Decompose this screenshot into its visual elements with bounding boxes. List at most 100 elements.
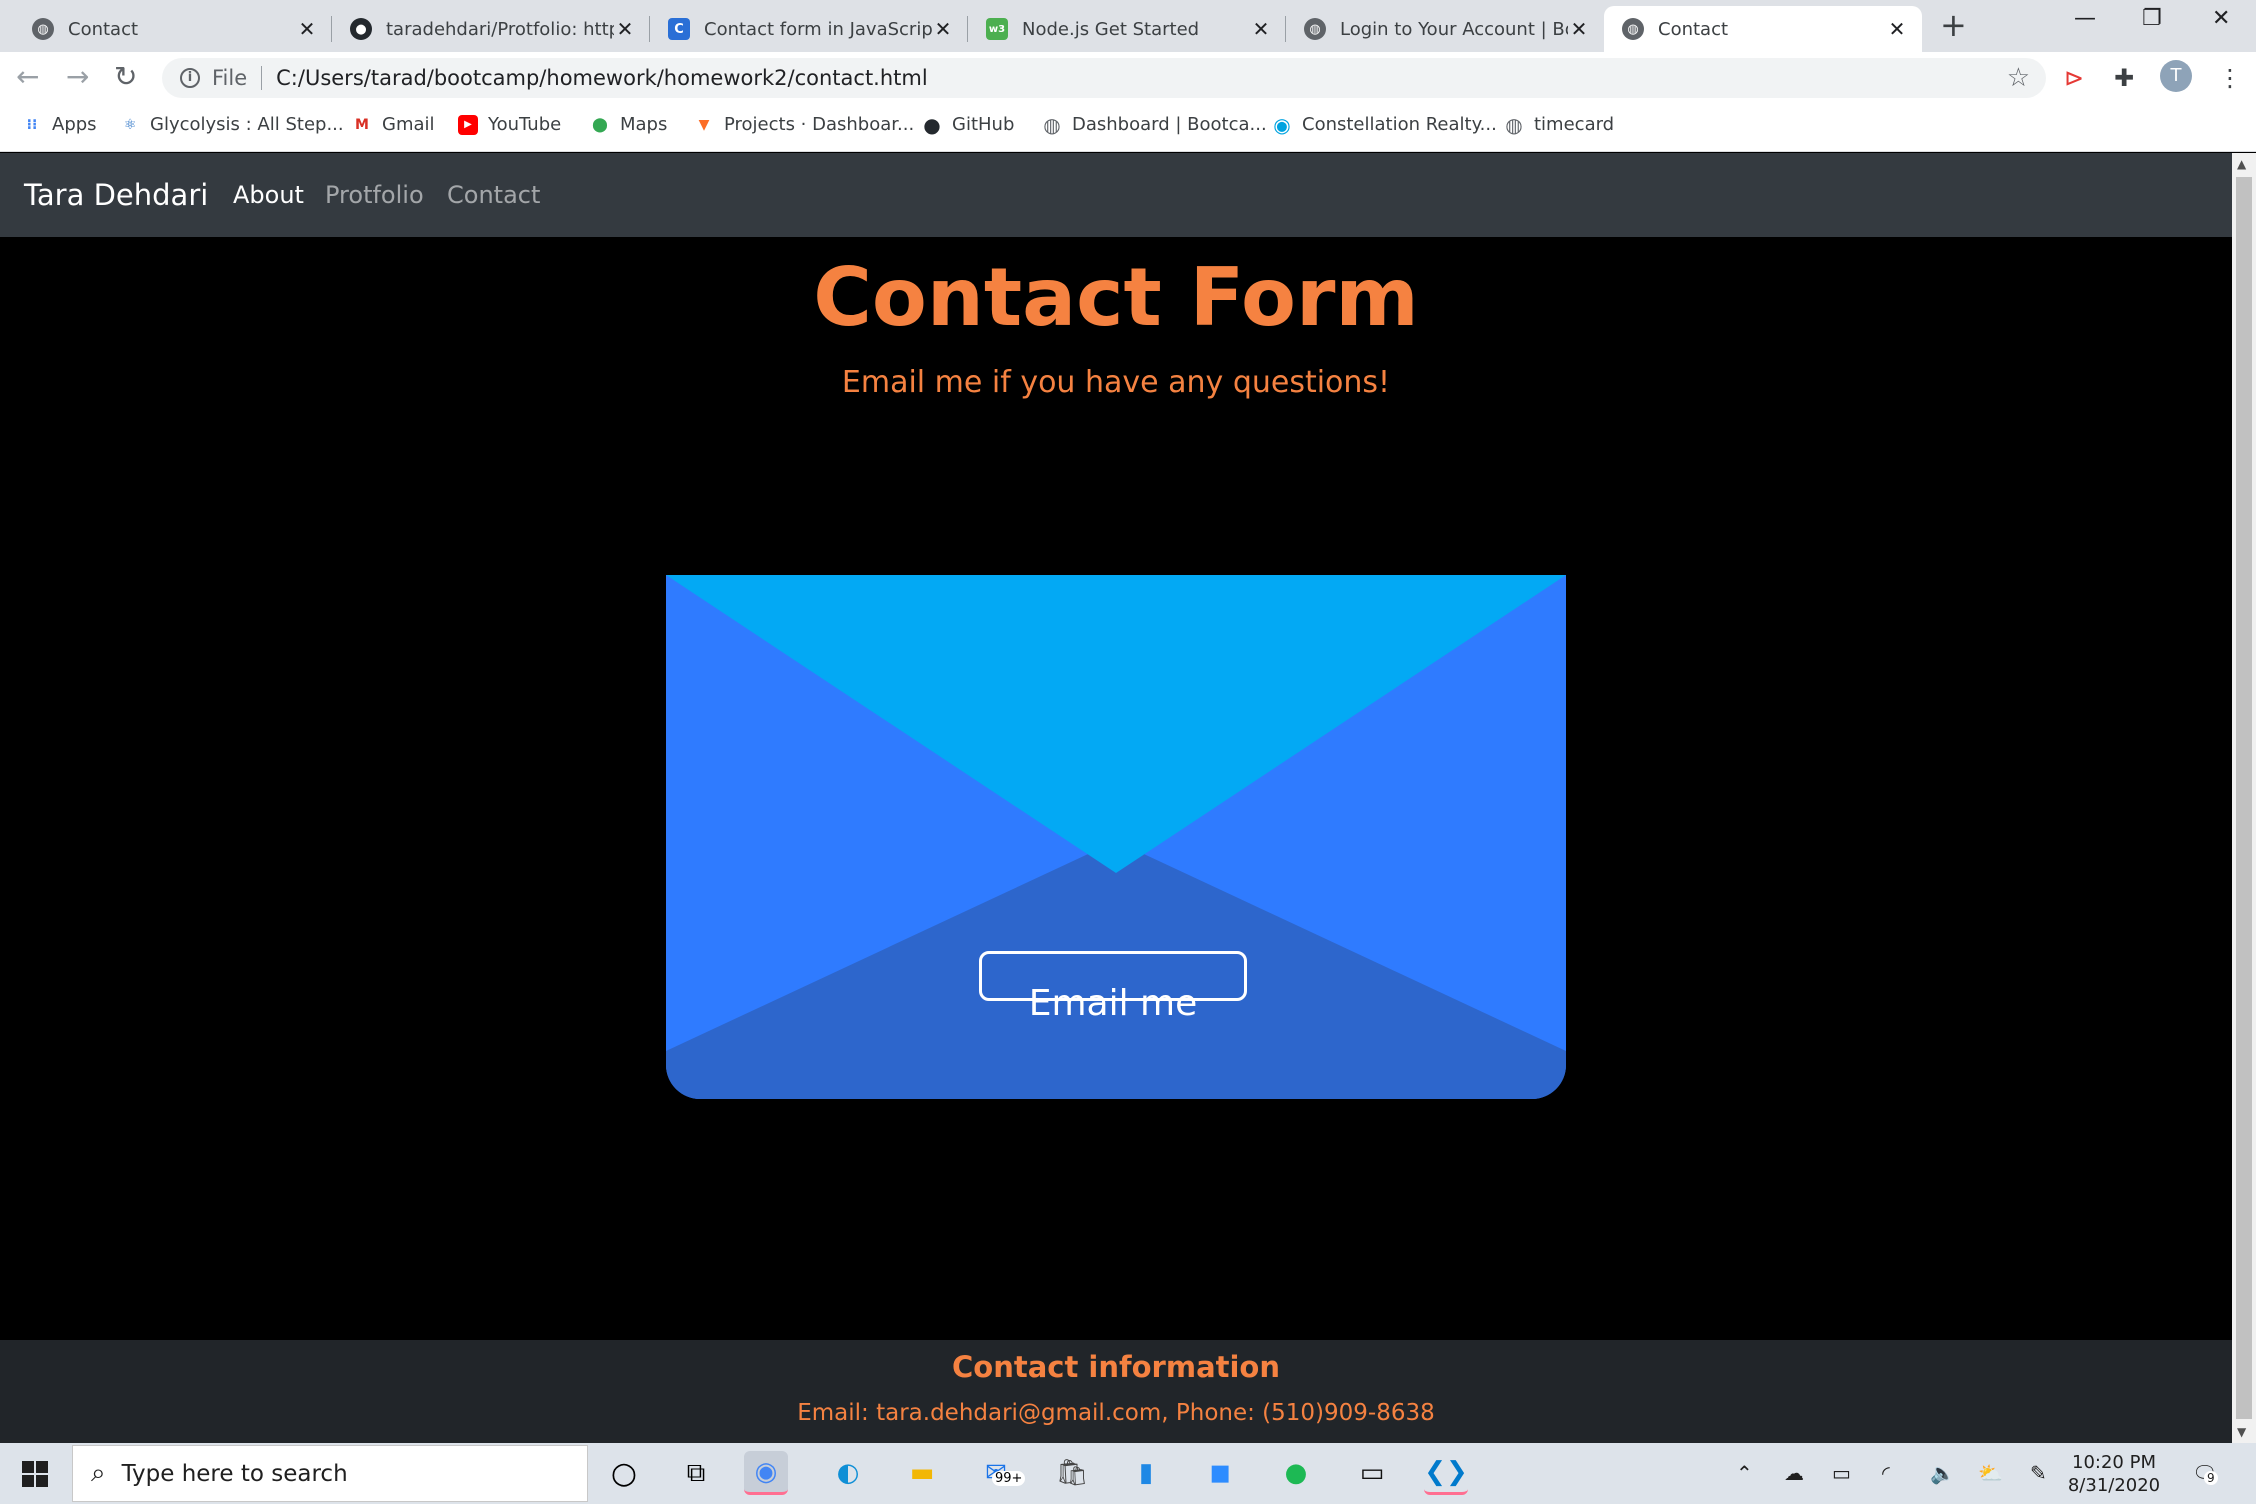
tab-title: taradehdari/Protfolio: https: [386,18,614,40]
scroll-down-icon[interactable]: ▼ [2237,1425,2246,1439]
bookmark-github[interactable]: ● GitHub [922,112,1014,137]
page-subtitle: Email me if you have any questions! [841,365,1391,400]
page-viewport: Tara Dehdari About Protfolio Contact Con… [0,153,2232,1443]
phone-app-icon[interactable]: ▮ [1124,1451,1168,1495]
bookmark-youtube[interactable]: ▶ YouTube [458,114,561,135]
clock-date: 8/31/2020 [2067,1475,2161,1496]
site-footer: Contact information Email: tara.dehdari@… [0,1340,2232,1443]
task-view-icon[interactable]: ⧉ [674,1451,718,1495]
tray-chevron-icon[interactable]: ⌃ [1736,1461,1753,1485]
back-icon[interactable]: ← [16,60,39,93]
chrome-icon[interactable]: ◉ [744,1451,788,1495]
footer-contact-info: Email: tara.dehdari@gmail.com, Phone: (5… [797,1400,1435,1426]
mail-icon[interactable]: ✉ 99+ [974,1451,1026,1495]
bookmark-star-icon[interactable]: ☆ [2007,63,2030,93]
browser-tab[interactable]: ● taradehdari/Protfolio: https: ✕ [332,6,650,52]
address-scheme: File [212,66,248,90]
molecule-icon: ⚛ [123,116,137,133]
browser-tab[interactable]: ◍ Login to Your Account | Boo ✕ [1286,6,1604,52]
nav-link-contact[interactable]: Contact [447,181,540,209]
browser-tab-active[interactable]: ◍ Contact ✕ [1604,6,1922,52]
cloud-upload-icon[interactable]: ⛅ [1978,1461,2003,1485]
tab-title: Login to Your Account | Boo [1340,18,1568,40]
battery-icon[interactable]: ▭ [1832,1461,1851,1485]
menu-kebab-icon[interactable]: ⋮ [2218,64,2242,92]
close-tab-icon[interactable]: ✕ [1250,17,1272,41]
bookmark-gmail[interactable]: M Gmail [352,114,434,135]
scrollbar-thumb[interactable] [2236,177,2252,1419]
bookmark-timecard[interactable]: ◍ timecard [1504,112,1614,137]
reload-icon[interactable]: ↻ [114,60,137,93]
bookmarks-bar: ⁝⁝ Apps ⚛ Glycolysis : All Step... M Gma… [0,104,2256,152]
browser-tab[interactable]: C Contact form in JavaScript - ✕ [650,6,968,52]
volume-icon[interactable]: 🔈 [1930,1461,1955,1485]
bookmark-glycolysis[interactable]: ⚛ Glycolysis : All Step... [120,114,344,135]
bookmark-apps[interactable]: ⁝⁝ Apps [22,114,97,135]
close-tab-icon[interactable]: ✕ [614,17,636,41]
footer-title: Contact information [951,1350,1281,1384]
address-bar[interactable]: i File C:/Users/tarad/bootcamp/homework/… [162,58,2046,98]
taskbar-clock[interactable]: 10:20 PM 8/31/2020 [2064,1451,2164,1497]
forward-icon[interactable]: → [66,60,89,93]
search-icon: ⌕ [91,1458,106,1488]
terminal-icon[interactable]: ▭ [1350,1451,1394,1495]
address-url[interactable]: C:/Users/tarad/bootcamp/homework/homewor… [276,66,928,90]
store-icon[interactable]: 🛍 [1050,1451,1094,1495]
file-explorer-icon[interactable]: ▬ [900,1451,944,1495]
page-title: Contact Form [813,251,1419,344]
taskbar-search-box[interactable]: ⌕ Type here to search [72,1445,588,1502]
github-icon: ● [350,18,372,40]
scroll-up-icon[interactable]: ▲ [2237,157,2246,171]
site-brand[interactable]: Tara Dehdari [24,178,208,212]
clock-time: 10:20 PM [2072,1452,2156,1473]
minimize-icon[interactable]: — [2074,6,2096,31]
profile-avatar[interactable]: T [2160,60,2192,92]
tab-strip: ◍ Contact ✕ ● taradehdari/Protfolio: htt… [0,0,2256,52]
browser-tab[interactable]: w3 Node.js Get Started ✕ [968,6,1286,52]
browser-tab[interactable]: ◍ Contact ✕ [14,6,332,52]
tab-title: Contact form in JavaScript - [704,18,932,40]
new-tab-button[interactable]: + [1940,6,1967,44]
windows-start-icon[interactable] [22,1461,48,1487]
close-window-icon[interactable]: ✕ [2212,6,2230,31]
maps-pin-icon: ⬤ [592,116,608,133]
pen-icon[interactable]: ✎ [2030,1461,2047,1485]
gitlab-icon: ▼ [698,116,710,133]
cortana-icon[interactable]: ○ [602,1451,646,1495]
youtube-icon: ▶ [458,114,478,135]
bookmark-constellation[interactable]: ◉ Constellation Realty... [1272,112,1497,137]
zoom-icon[interactable]: ◼ [1198,1451,1242,1495]
bookmark-dashboard[interactable]: ◍ Dashboard | Bootca... [1042,113,1266,137]
spotify-icon[interactable]: ● [1274,1451,1318,1495]
email-me-label[interactable]: Email me [979,983,1247,1024]
extension-record-icon[interactable]: ⊳ [2064,64,2084,92]
edge-icon[interactable]: ◐ [826,1451,870,1495]
nav-link-about[interactable]: About [233,181,304,209]
bookmark-maps[interactable]: ⬤ Maps [590,114,667,135]
close-tab-icon[interactable]: ✕ [296,17,318,41]
bookmark-projects[interactable]: ▼ Projects · Dashboar... [694,114,915,135]
vscode-icon[interactable]: ❮❯ [1424,1451,1468,1495]
github-icon: ● [923,112,941,137]
globe-icon: ◍ [1304,18,1326,40]
restore-icon[interactable]: ❐ [2142,6,2162,31]
constellation-icon: ◉ [1273,112,1291,137]
extensions-puzzle-icon[interactable]: ✚ [2114,64,2134,92]
close-tab-icon[interactable]: ✕ [1886,17,1908,41]
nav-link-portfolio[interactable]: Protfolio [325,181,424,209]
globe-icon: ◍ [32,18,54,40]
page-scrollbar[interactable]: ▲ ▼ [2232,153,2256,1443]
tab-title: Contact [68,18,139,40]
site-navbar: Tara Dehdari About Protfolio Contact [0,153,2232,237]
action-center-icon[interactable]: 🗨 9 [2192,1461,2218,1485]
notification-count: 9 [2204,1471,2218,1485]
windows-taskbar: ⌕ Type here to search ○ ⧉ ◉ ◐ ▬ ✉ 99+ 🛍 … [0,1443,2256,1504]
info-icon[interactable]: i [180,68,200,88]
globe-icon: ◍ [1622,18,1644,40]
onedrive-icon[interactable]: ☁ [1784,1461,1804,1485]
close-tab-icon[interactable]: ✕ [1568,17,1590,41]
globe-icon: ◍ [1505,112,1523,137]
close-tab-icon[interactable]: ✕ [932,17,954,41]
wifi-icon[interactable]: ◜ [1882,1461,1890,1485]
apps-grid-icon: ⁝⁝ [26,116,38,133]
